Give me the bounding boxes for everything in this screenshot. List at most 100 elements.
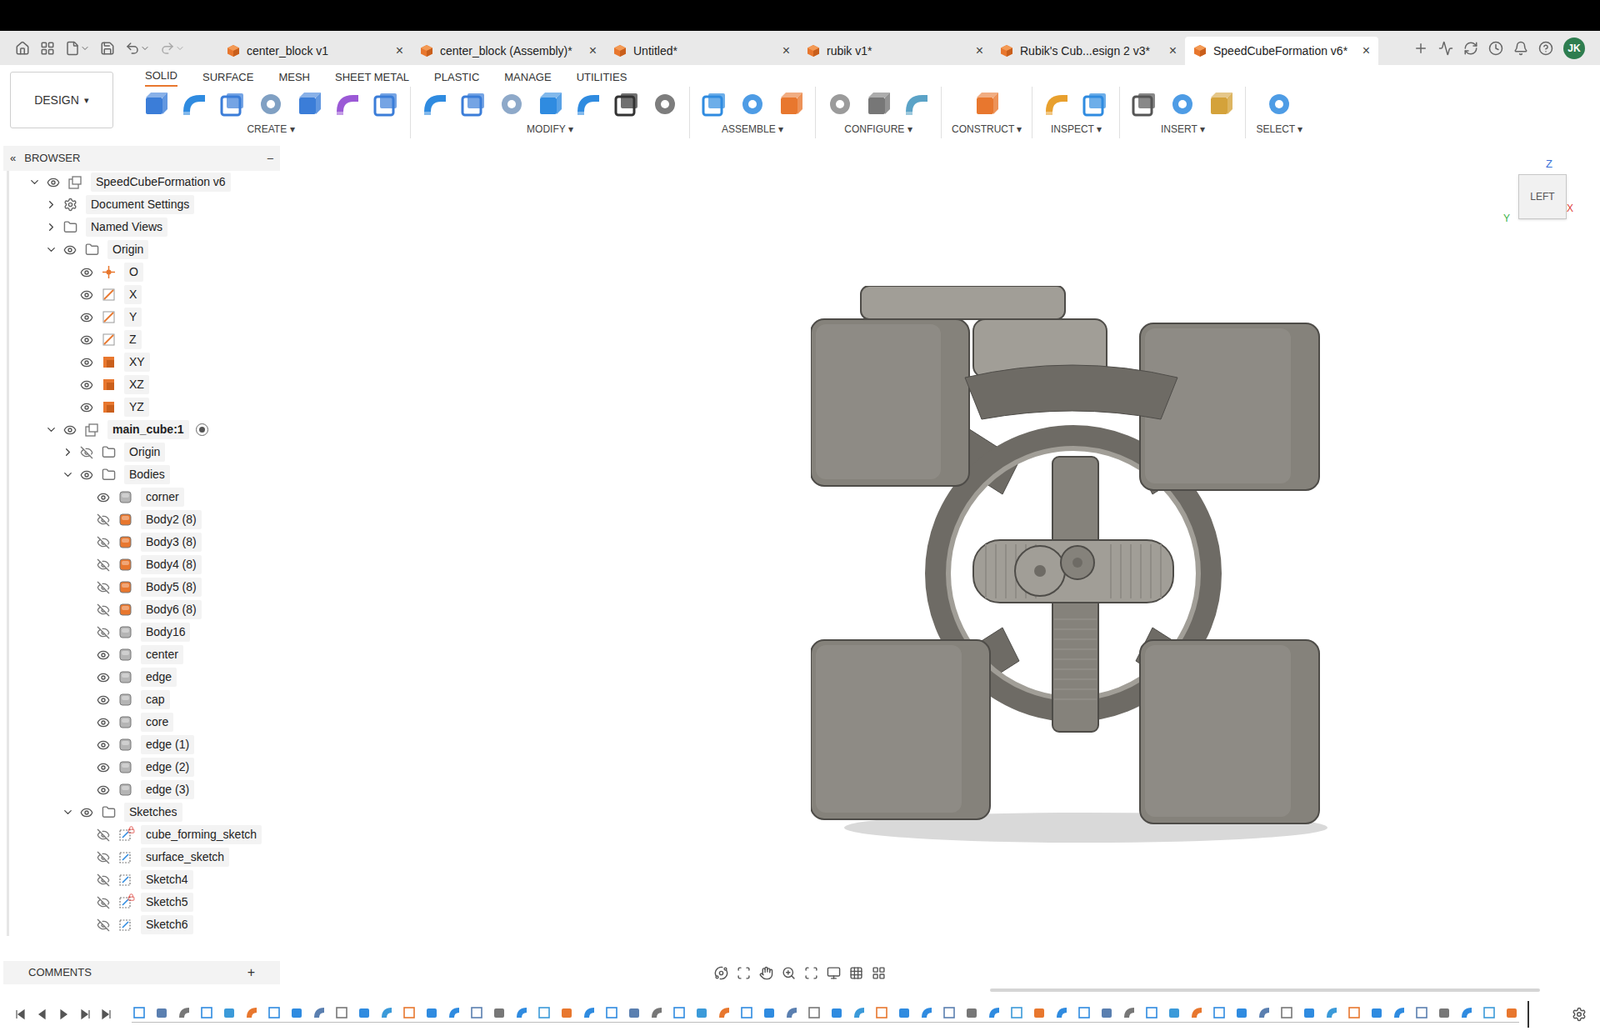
ribbon-tab[interactable]: SOLID [145, 67, 178, 88]
browser-item[interactable]: edge (1) [9, 733, 284, 756]
visibility-eye-icon[interactable] [96, 693, 110, 707]
timeline-feature-icon[interactable] [1211, 1005, 1227, 1020]
timeline-feature-icon[interactable] [266, 1005, 282, 1020]
timeline-feature-icon[interactable] [626, 1005, 642, 1020]
visibility-eye-icon[interactable] [96, 648, 110, 662]
timeline-feature-icon[interactable] [941, 1005, 957, 1020]
visibility-eye-icon[interactable] [80, 355, 94, 370]
help-icon[interactable] [1538, 40, 1554, 56]
browser-item[interactable]: Sketches [9, 800, 284, 824]
file-menu-chevron-icon[interactable] [80, 43, 90, 54]
timeline-feature-icon[interactable] [1346, 1005, 1362, 1020]
browser-item-label[interactable]: Body2 (8) [140, 510, 202, 530]
browser-item[interactable]: X [9, 283, 284, 306]
browser-item[interactable]: main_cube:1 [9, 418, 284, 441]
timeline-feature-icon[interactable] [1324, 1005, 1340, 1020]
tab-close-button[interactable]: × [395, 40, 404, 61]
home-icon[interactable] [15, 40, 30, 56]
tool-icon[interactable] [825, 90, 855, 119]
tool-icon[interactable] [1130, 90, 1159, 119]
browser-item[interactable]: Origin [9, 238, 284, 261]
browser-item[interactable]: Body4 (8) [9, 553, 284, 576]
browser-item[interactable]: XY [9, 350, 284, 374]
timeline-feature-icon[interactable] [1436, 1005, 1452, 1020]
cube-model-view[interactable] [810, 285, 1336, 845]
tool-icon[interactable] [902, 90, 931, 119]
timeline-feature-icon[interactable] [1054, 1005, 1070, 1020]
collapse-chevron-icon[interactable] [28, 175, 41, 189]
tool-icon[interactable] [776, 90, 805, 119]
browser-item[interactable]: cube_forming_sketch [9, 823, 284, 846]
tool-icon[interactable] [972, 90, 1001, 119]
browser-item[interactable]: cap [9, 688, 284, 711]
visibility-eye-icon[interactable] [63, 423, 77, 437]
timeline-feature-icon[interactable] [694, 1005, 710, 1020]
navigation-tool-icon[interactable] [804, 965, 819, 980]
browser-item-label[interactable]: Sketch6 [140, 915, 194, 935]
document-tab[interactable]: SpeedCubeFormation v6*× [1185, 36, 1379, 65]
timeline-feature-icon[interactable] [424, 1005, 440, 1020]
timeline-feature-icon[interactable] [1099, 1005, 1115, 1020]
hidden-eye-icon[interactable] [96, 873, 110, 887]
tab-close-button[interactable]: × [975, 40, 984, 61]
ribbon-group-menu[interactable]: INSPECT ▾ [1050, 121, 1102, 137]
ribbon-tab[interactable]: MANAGE [504, 69, 551, 88]
browser-item[interactable]: corner [9, 485, 284, 509]
tool-icon[interactable] [371, 90, 400, 119]
browser-item[interactable]: Document Settings [9, 193, 284, 216]
timeline-feature-icon[interactable] [1256, 1005, 1272, 1020]
timeline-feature-icon[interactable] [289, 1005, 305, 1020]
timeline-playback-icon[interactable] [100, 1007, 114, 1021]
browser-item-label[interactable]: Body6 (8) [140, 600, 202, 620]
tool-icon[interactable] [650, 90, 680, 119]
browser-item-label[interactable]: Bodies [124, 465, 170, 485]
visibility-eye-icon[interactable] [96, 670, 110, 685]
timeline-feature-icon[interactable] [1009, 1005, 1025, 1020]
collapse-chevron-icon[interactable] [61, 805, 75, 819]
browser-item[interactable]: Sketch4 [9, 868, 284, 891]
ribbon-group-menu[interactable]: CONSTRUCT ▾ [951, 121, 1022, 137]
browser-item-label[interactable]: XZ [124, 375, 150, 395]
timeline-feature-icon[interactable] [1031, 1005, 1047, 1020]
browser-item-label[interactable]: Y [124, 307, 142, 327]
active-component-radio[interactable] [195, 423, 209, 436]
ribbon-tab[interactable]: SHEET METAL [335, 69, 410, 88]
browser-item-label[interactable]: core [140, 712, 174, 732]
document-tab[interactable]: rubik v1*× [798, 36, 992, 65]
visibility-eye-icon[interactable] [80, 378, 94, 392]
browser-item-label[interactable]: Z [124, 330, 142, 350]
timeline-feature-icon[interactable] [514, 1005, 530, 1020]
ribbon-group-menu[interactable]: MODIFY ▾ [526, 121, 574, 137]
timeline-feature-icon[interactable] [176, 1005, 192, 1020]
timeline-feature-icon[interactable] [1144, 1005, 1160, 1020]
navigation-tool-icon[interactable] [759, 965, 774, 980]
tab-close-button[interactable]: × [1362, 40, 1370, 61]
tool-icon[interactable] [700, 90, 729, 119]
browser-item[interactable]: edge (3) [9, 778, 284, 801]
redo-icon[interactable] [160, 40, 175, 56]
visibility-eye-icon[interactable] [46, 175, 60, 190]
browser-item-label[interactable]: edge [140, 667, 177, 687]
timeline-playback-icon[interactable] [13, 1007, 27, 1021]
browser-item-label[interactable]: corner [140, 487, 185, 507]
browser-item[interactable]: SpeedCubeFormation v6 [9, 170, 284, 194]
timeline-feature-icon[interactable] [131, 1005, 147, 1020]
ribbon-group-menu[interactable]: ASSEMBLE ▾ [721, 121, 784, 137]
document-tab[interactable]: Rubik's Cub...esign 2 v3*× [991, 36, 1185, 65]
browser-item-label[interactable]: center [140, 645, 184, 665]
timeline-feature-icon[interactable] [311, 1005, 327, 1020]
browser-item-label[interactable]: Document Settings [85, 195, 195, 215]
tool-icon[interactable] [1042, 90, 1071, 119]
tool-icon[interactable] [1168, 90, 1197, 119]
tool-icon[interactable] [1206, 90, 1235, 119]
browser-item[interactable]: Body16 [9, 620, 284, 644]
ribbon-group-menu[interactable]: SELECT ▾ [1255, 121, 1303, 137]
ribbon-tab[interactable]: MESH [278, 69, 310, 88]
expand-chevron-icon[interactable] [45, 220, 58, 234]
browser-item[interactable]: center [9, 643, 284, 666]
browser-item-label[interactable]: Body4 (8) [140, 555, 202, 575]
browser-item-label[interactable]: Sketches [124, 802, 183, 822]
visibility-eye-icon[interactable] [80, 333, 94, 347]
timeline-playback-icon[interactable] [78, 1007, 92, 1021]
timeline-playback-icon[interactable] [56, 1007, 70, 1021]
